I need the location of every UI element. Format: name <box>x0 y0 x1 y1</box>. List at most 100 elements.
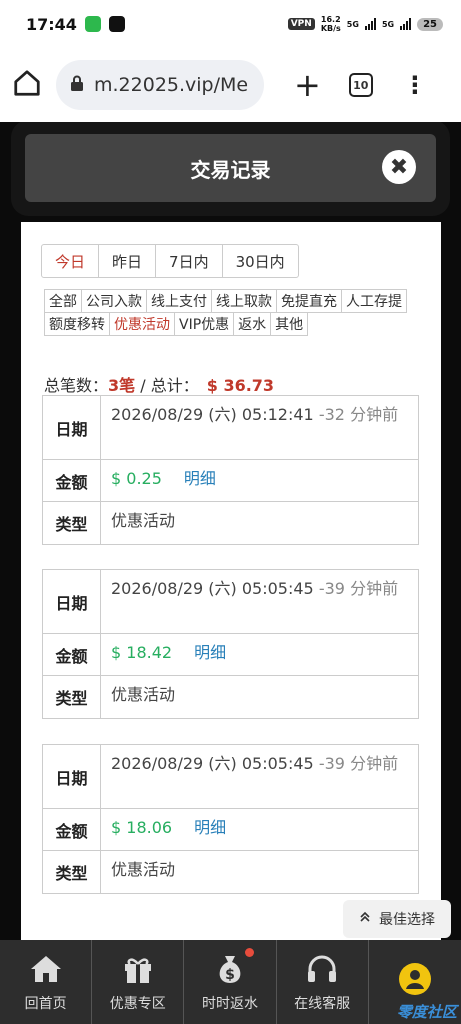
amount-value: $ 0.25 <box>111 469 162 488</box>
more-menu-icon[interactable]: ⋮ <box>403 71 427 99</box>
transaction-record: 日期 2026/08/29 (六) 05:05:45 -39 分钟前 金额 $ 18… <box>42 569 419 719</box>
date-filter-30days[interactable]: 30日内 <box>223 245 298 277</box>
type-label: 类型 <box>43 502 101 544</box>
nav-label: 时时返水 <box>201 996 258 1012</box>
count-value: 3笔 <box>108 376 136 395</box>
record-datetime: 2026/08/29 (六) 05:12:41 <box>111 405 314 424</box>
signal-bars-icon <box>364 18 376 30</box>
nav-support[interactable]: 在线客服 <box>277 940 369 1024</box>
best-choice-label: 最佳选择 <box>379 912 435 928</box>
date-label: 日期 <box>43 396 101 459</box>
date-filter-yesterday[interactable]: 昨日 <box>99 245 157 277</box>
category-rebate[interactable]: 返水 <box>233 312 272 336</box>
notification-dot <box>244 948 254 957</box>
category-all[interactable]: 全部 <box>44 289 82 313</box>
record-datetime: 2026/08/29 (六) 05:05:45 <box>111 754 314 773</box>
transaction-record: 日期 2026/08/29 (六) 05:05:45 -39 分钟前 金额 $ 18… <box>42 744 419 894</box>
detail-link[interactable]: 明细 <box>194 643 226 662</box>
svg-text:$: $ <box>225 967 235 983</box>
amount-label: 金额 <box>43 634 101 675</box>
record-amount: $ 18.42 明细 <box>101 634 418 675</box>
type-label: 类型 <box>43 676 101 718</box>
total-label: 总计： <box>150 376 199 395</box>
amount-label: 金额 <box>43 460 101 501</box>
amount-value: $ 18.06 <box>111 818 173 837</box>
user-icon <box>398 961 432 997</box>
amount-label: 金额 <box>43 809 101 850</box>
record-ago: -39 分钟前 <box>318 579 399 598</box>
nav-label: 优惠专区 <box>109 996 166 1012</box>
home-icon[interactable] <box>12 68 42 102</box>
url-bar[interactable]: m.22025.vip/Me <box>56 60 264 110</box>
wechat-icon <box>84 16 101 32</box>
category-vip[interactable]: VIP优惠 <box>174 312 235 336</box>
status-indicators: VPN 16.2 KB/s 5G 5G 25 <box>287 15 443 33</box>
nav-rebate[interactable]: $ 时时返水 <box>184 940 277 1024</box>
category-online-withdraw[interactable]: 线上取款 <box>211 289 277 313</box>
record-type: 优惠活动 <box>111 511 176 530</box>
status-bar: 17:44 VPN 16.2 KB/s 5G 5G 25 <box>0 0 461 48</box>
transaction-panel: 今日 昨日 7日内 30日内 全部 公司入款 线上支付 线上取款 免提直充 人工… <box>21 222 441 940</box>
headset-icon <box>305 951 339 987</box>
summary: 总笔数：3笔 / 总计： $ 36.73 <box>44 372 274 396</box>
record-amount: $ 0.25 明细 <box>101 460 418 501</box>
best-choice-button[interactable]: 最佳选择 <box>343 900 451 938</box>
category-company-deposit[interactable]: 公司入款 <box>81 289 147 313</box>
date-filter-group: 今日 昨日 7日内 30日内 <box>41 244 299 278</box>
browser-toolbar: m.22025.vip/Me + 10 ⋮ <box>0 48 461 122</box>
nav-label: 回首页 <box>24 996 67 1012</box>
category-filter-group: 全部 公司入款 线上支付 线上取款 免提直充 人工存提 额度移转 优惠活动 VI… <box>44 289 424 336</box>
detail-link[interactable]: 明细 <box>184 469 216 488</box>
category-manual[interactable]: 人工存提 <box>341 289 407 313</box>
date-filter-7days[interactable]: 7日内 <box>156 245 223 277</box>
date-filter-today[interactable]: 今日 <box>42 245 100 277</box>
date-label: 日期 <box>43 745 101 808</box>
close-icon[interactable]: ✖ <box>382 150 416 184</box>
type-label: 类型 <box>43 851 101 893</box>
tab-count-button[interactable]: 10 <box>348 73 373 97</box>
count-label: 总笔数： <box>44 376 109 395</box>
summary-separator: / <box>135 376 151 395</box>
money-bag-icon: $ <box>213 951 247 987</box>
record-ago: -32 分钟前 <box>318 405 399 424</box>
chevron-up-icon <box>359 911 371 927</box>
category-transfer[interactable]: 额度移转 <box>44 312 110 336</box>
speed-unit: KB/s <box>320 24 341 33</box>
modal-title: 交易记录 <box>190 158 271 182</box>
nav-label: 在线客服 <box>294 996 351 1012</box>
app-r-icon <box>108 16 125 32</box>
watermark: 零度社区 <box>396 1003 457 1021</box>
record-date: 2026/08/29 (六) 05:05:45 -39 分钟前 <box>101 745 418 808</box>
category-other[interactable]: 其他 <box>270 312 309 336</box>
gift-icon <box>122 951 154 987</box>
page-content: 交易记录 ✖ 今日 昨日 7日内 30日内 全部 公司入款 线上支付 线上取款 … <box>0 122 461 940</box>
modal-header: 交易记录 ✖ <box>25 134 436 202</box>
new-tab-icon[interactable]: + <box>294 69 321 101</box>
date-label: 日期 <box>43 570 101 633</box>
transaction-record: 日期 2026/08/29 (六) 05:12:41 -32 分钟前 金额 $ 0.… <box>42 395 419 545</box>
home-icon <box>29 951 63 987</box>
speed-value: 16.2 <box>320 15 341 24</box>
record-date: 2026/08/29 (六) 05:05:45 -39 分钟前 <box>101 570 418 633</box>
url-text: m.22025.vip/Me <box>94 74 249 96</box>
lock-icon <box>70 74 84 96</box>
status-time: 17:44 <box>26 14 77 34</box>
nav-promotions[interactable]: 优惠专区 <box>92 940 185 1024</box>
nav-home[interactable]: 回首页 <box>0 940 93 1024</box>
record-type: 优惠活动 <box>111 685 176 704</box>
signal-label-2: 5G <box>381 19 395 29</box>
category-promotion[interactable]: 优惠活动 <box>109 312 175 336</box>
category-online-payment[interactable]: 线上支付 <box>146 289 212 313</box>
record-date: 2026/08/29 (六) 05:12:41 -32 分钟前 <box>101 396 418 459</box>
record-ago: -39 分钟前 <box>318 754 399 773</box>
battery-icon: 25 <box>417 17 443 31</box>
record-amount: $ 18.06 明细 <box>101 809 418 850</box>
signal-bars-icon <box>400 18 412 30</box>
record-type: 优惠活动 <box>111 860 176 879</box>
amount-value: $ 18.42 <box>111 643 173 662</box>
total-value: $ 36.73 <box>206 376 275 395</box>
detail-link[interactable]: 明细 <box>194 818 226 837</box>
category-direct-recharge[interactable]: 免提直充 <box>276 289 342 313</box>
record-datetime: 2026/08/29 (六) 05:05:45 <box>111 579 314 598</box>
nav-account[interactable]: 零度社区 <box>369 940 461 1024</box>
